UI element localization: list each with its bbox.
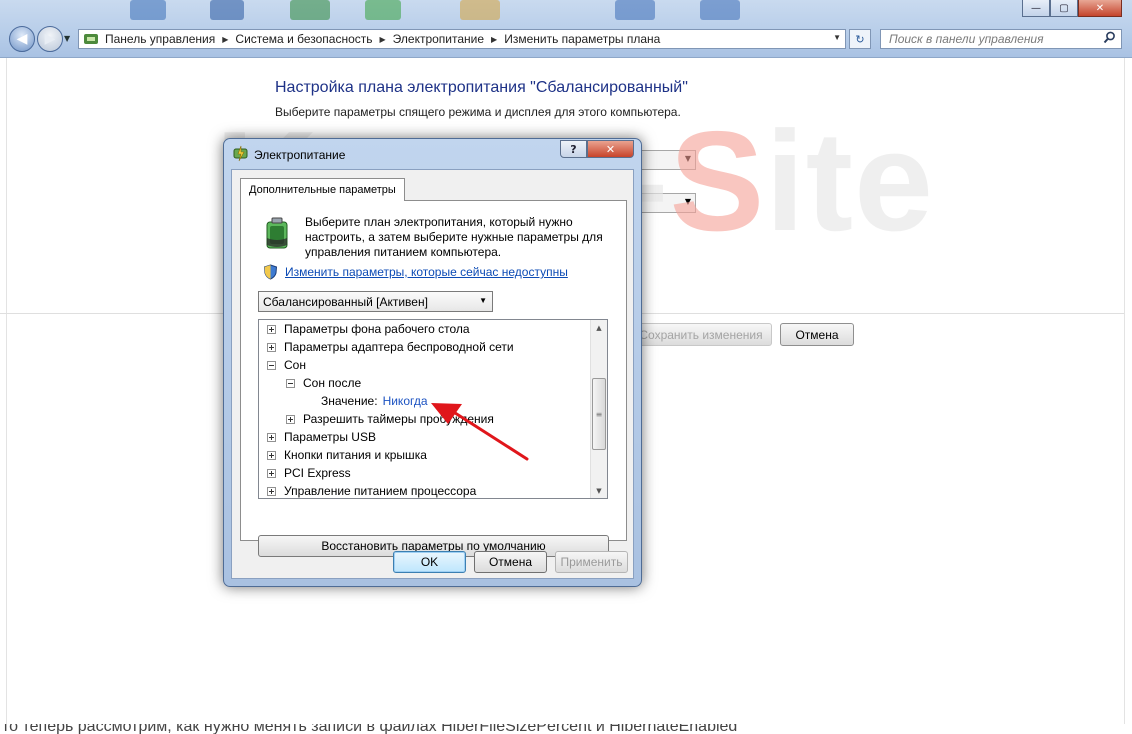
background-taskbar-icon xyxy=(365,0,401,20)
scroll-down-arrow[interactable]: ▼ xyxy=(591,483,607,498)
tree-node[interactable]: PCI Express xyxy=(267,464,351,482)
expand-icon[interactable] xyxy=(267,450,276,460)
tree-node[interactable]: Разрешить таймеры пробуждения xyxy=(286,410,494,428)
intro-text: Выберите план электропитания, который ну… xyxy=(305,215,603,259)
settings-tree[interactable]: Параметры фона рабочего стола Параметры … xyxy=(258,319,608,499)
tree-node[interactable]: Кнопки питания и крышка xyxy=(267,446,427,464)
address-dropdown[interactable]: ▼ xyxy=(833,33,841,42)
advanced-settings-panel: Выберите план электропитания, который ну… xyxy=(240,200,627,557)
page-title: Настройка плана электропитания "Сбаланси… xyxy=(275,79,688,96)
plan-select[interactable]: Сбалансированный [Активен] ▼ xyxy=(258,291,493,312)
scroll-thumb[interactable]: ≡ xyxy=(592,378,606,450)
close-window-button[interactable]: ✕ xyxy=(1078,0,1122,17)
expand-icon[interactable] xyxy=(267,486,276,496)
tree-node-sleep-after[interactable]: Сон после xyxy=(286,374,361,392)
tree-node[interactable]: Параметры адаптера беспроводной сети xyxy=(267,338,514,356)
tree-node[interactable]: Управление питанием процессора xyxy=(267,482,476,498)
search-input[interactable]: Поиск в панели управления xyxy=(880,29,1122,49)
search-placeholder: Поиск в панели управления xyxy=(889,32,1044,46)
uac-shield-icon xyxy=(263,264,278,280)
refresh-button[interactable]: ↻ xyxy=(849,29,871,49)
breadcrumb-separator[interactable]: ▶ xyxy=(491,35,497,44)
page-cancel-button[interactable]: Отмена xyxy=(780,323,854,346)
article-caption: то теперь рассмотрим, как нужно менять з… xyxy=(0,724,1132,734)
breadcrumb-separator[interactable]: ▶ xyxy=(222,35,228,44)
breadcrumb-power-options[interactable]: Электропитание xyxy=(393,32,484,46)
dialog-body: Дополнительные параметры Выберите план э… xyxy=(231,169,634,579)
tree-node[interactable]: Параметры USB xyxy=(267,428,376,446)
apply-button[interactable]: Применить xyxy=(555,551,628,573)
explorer-toolbar: — ▢ ✕ ◀ ▶ ▼ Панель управления ▶ Система … xyxy=(0,0,1132,58)
display-off-combo[interactable]: ▼ xyxy=(640,150,696,170)
expand-icon[interactable] xyxy=(267,342,276,352)
recent-pages-dropdown[interactable]: ▼ xyxy=(64,34,70,43)
sleep-after-value[interactable]: Никогда xyxy=(383,394,428,408)
battery-icon xyxy=(266,217,288,249)
expand-icon[interactable] xyxy=(267,468,276,478)
save-changes-button[interactable]: Сохранить изменения xyxy=(630,323,772,346)
background-taskbar-icon xyxy=(615,0,655,20)
tree-scrollbar[interactable]: ▲ ≡ ▼ xyxy=(590,320,607,498)
help-button[interactable]: ? xyxy=(560,140,587,158)
back-button[interactable]: ◀ xyxy=(9,26,35,52)
forward-button[interactable]: ▶ xyxy=(37,26,63,52)
collapse-icon[interactable] xyxy=(267,360,276,370)
page-subtitle: Выберите параметры спящего режима и дисп… xyxy=(275,105,681,119)
background-taskbar-icon xyxy=(290,0,330,20)
scroll-up-arrow[interactable]: ▲ xyxy=(591,320,607,335)
right-divider xyxy=(1124,58,1125,724)
background-taskbar-icon xyxy=(130,0,166,20)
expand-icon[interactable] xyxy=(267,432,276,442)
background-taskbar-icon xyxy=(460,0,500,20)
dialog-close-button[interactable]: ✕ xyxy=(587,140,634,158)
background-taskbar-icon xyxy=(700,0,740,20)
minimize-button[interactable]: — xyxy=(1022,0,1050,17)
tab-advanced-settings[interactable]: Дополнительные параметры xyxy=(240,178,405,201)
breadcrumb-edit-plan[interactable]: Изменить параметры плана xyxy=(504,32,660,46)
breadcrumb-separator[interactable]: ▶ xyxy=(380,35,386,44)
power-plan-icon xyxy=(233,145,248,162)
collapse-icon[interactable] xyxy=(286,378,295,388)
breadcrumb-control-panel[interactable]: Панель управления xyxy=(105,32,215,46)
dialog-cancel-button[interactable]: Отмена xyxy=(474,551,547,573)
control-panel-icon xyxy=(84,34,98,44)
background-taskbar-icon xyxy=(210,0,244,20)
search-icon[interactable] xyxy=(1103,31,1116,44)
dialog-title: Электропитание xyxy=(254,148,346,162)
expand-icon[interactable] xyxy=(267,324,276,334)
tree-node[interactable]: Параметры фона рабочего стола xyxy=(267,320,470,338)
chevron-down-icon: ▼ xyxy=(479,296,487,305)
chevron-down-icon: ▼ xyxy=(684,154,691,163)
address-bar[interactable]: Панель управления ▶ Система и безопаснос… xyxy=(78,29,846,49)
breadcrumb-system-security[interactable]: Система и безопасность xyxy=(235,32,372,46)
tree-node-sleep[interactable]: Сон xyxy=(267,356,306,374)
power-options-dialog: Электропитание ? ✕ Дополнительные параме… xyxy=(223,138,642,587)
left-divider xyxy=(6,58,7,724)
plan-select-value: Сбалансированный [Активен] xyxy=(263,294,428,309)
tree-node-value: Значение: Никогда xyxy=(321,394,428,408)
maximize-button[interactable]: ▢ xyxy=(1050,0,1078,17)
ok-button[interactable]: OK xyxy=(393,551,466,573)
change-unavailable-settings-link[interactable]: Изменить параметры, которые сейчас недос… xyxy=(285,265,568,279)
expand-icon[interactable] xyxy=(286,414,295,424)
window-controls: — ▢ ✕ xyxy=(1022,0,1122,17)
sleep-combo[interactable]: ▼ xyxy=(640,193,696,213)
chevron-down-icon: ▼ xyxy=(684,197,691,206)
